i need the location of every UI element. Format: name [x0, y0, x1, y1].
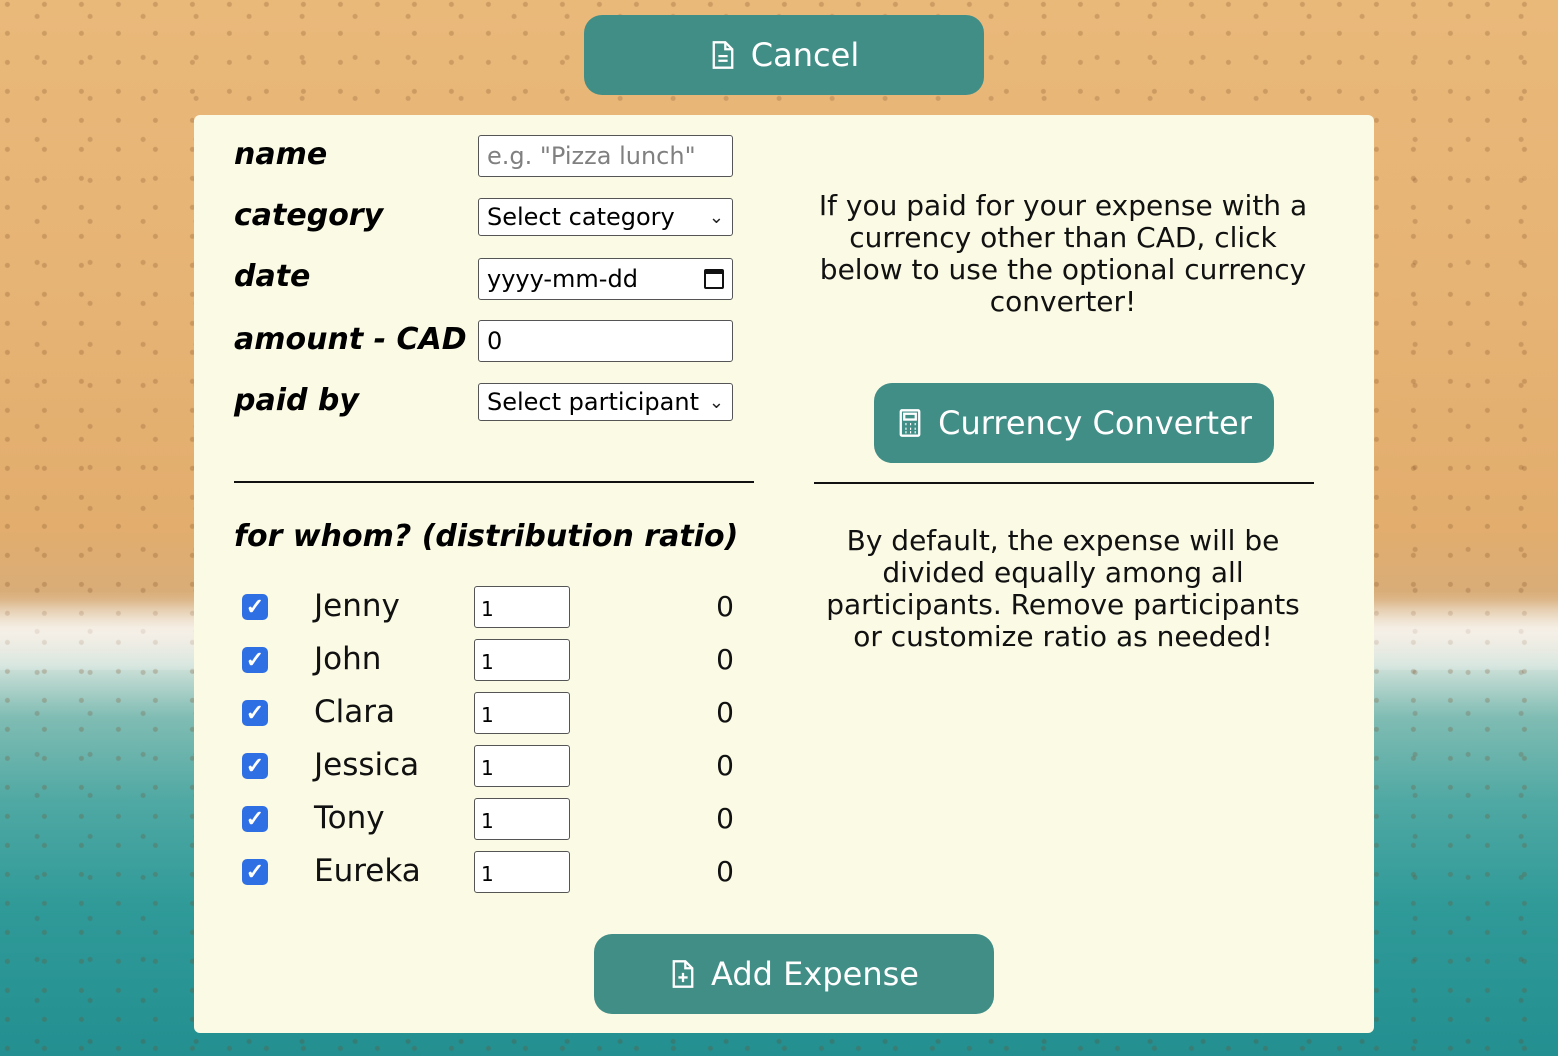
participant-name: Clara — [314, 694, 395, 730]
file-icon — [712, 41, 734, 69]
left-divider — [234, 481, 754, 483]
participant-name: Eureka — [314, 853, 421, 889]
ratio-input[interactable]: 1 — [474, 639, 570, 681]
currency-info-text: If you paid for your expense with a curr… — [818, 189, 1308, 318]
participant-row: ✓ John 1 0 — [234, 639, 744, 683]
add-expense-button[interactable]: Add Expense — [594, 934, 994, 1014]
participant-name: John — [314, 641, 382, 677]
ratio-input[interactable]: 1 — [474, 745, 570, 787]
amount-input-value: 0 — [487, 327, 503, 355]
date-input-placeholder: yyyy-mm-dd — [487, 265, 638, 293]
right-divider — [814, 482, 1314, 484]
amount-label: amount - CAD — [234, 322, 467, 357]
participant-share: 0 — [716, 802, 734, 835]
participant-row: ✓ Jenny 1 0 — [234, 586, 744, 630]
distribution-info-text: By default, the expense will be divided … — [826, 524, 1300, 653]
currency-converter-button[interactable]: Currency Converter — [874, 383, 1274, 463]
participant-share: 0 — [716, 590, 734, 623]
ratio-input[interactable]: 1 — [474, 851, 570, 893]
category-select[interactable]: Select category ⌄ — [478, 198, 733, 236]
ratio-input[interactable]: 1 — [474, 692, 570, 734]
file-plus-icon — [672, 960, 694, 988]
participant-row: ✓ Clara 1 0 — [234, 692, 744, 736]
distribution-heading: for whom? (distribution ratio) — [234, 519, 739, 554]
participant-row: ✓ Jessica 1 0 — [234, 745, 744, 789]
ratio-input[interactable]: 1 — [474, 586, 570, 628]
participant-checkbox[interactable]: ✓ — [242, 859, 268, 885]
name-input[interactable]: e.g. "Pizza lunch" — [478, 135, 733, 177]
participant-share: 0 — [716, 643, 734, 676]
category-label: category — [234, 198, 384, 233]
participant-checkbox[interactable]: ✓ — [242, 647, 268, 673]
paid-by-label: paid by — [234, 383, 359, 418]
participant-checkbox[interactable]: ✓ — [242, 700, 268, 726]
date-label: date — [234, 259, 311, 294]
chevron-down-icon: ⌄ — [708, 391, 724, 413]
amount-input[interactable]: 0 — [478, 320, 733, 362]
date-input[interactable]: yyyy-mm-dd — [478, 258, 733, 300]
participant-share: 0 — [716, 749, 734, 782]
participant-share: 0 — [716, 696, 734, 729]
name-label: name — [234, 137, 328, 172]
participant-name: Jenny — [314, 588, 400, 624]
ratio-input[interactable]: 1 — [474, 798, 570, 840]
cancel-button-label: Cancel — [750, 36, 860, 74]
calculator-icon — [899, 409, 921, 437]
participant-checkbox[interactable]: ✓ — [242, 753, 268, 779]
participant-name: Jessica — [314, 747, 420, 783]
participant-checkbox[interactable]: ✓ — [242, 594, 268, 620]
participant-share: 0 — [716, 855, 734, 888]
currency-converter-label: Currency Converter — [938, 404, 1252, 442]
expense-form-panel: name e.g. "Pizza lunch" category Select … — [194, 115, 1374, 1033]
paid-by-select[interactable]: Select participant ⌄ — [478, 383, 733, 421]
calendar-icon[interactable] — [704, 269, 724, 289]
participant-checkbox[interactable]: ✓ — [242, 806, 268, 832]
category-select-value: Select category — [487, 203, 675, 231]
cancel-button[interactable]: Cancel — [584, 15, 984, 95]
chevron-down-icon: ⌄ — [708, 206, 724, 228]
participant-row: ✓ Eureka 1 0 — [234, 851, 744, 895]
participant-name: Tony — [314, 800, 385, 836]
add-expense-label: Add Expense — [711, 955, 919, 993]
name-input-placeholder: e.g. "Pizza lunch" — [487, 142, 696, 170]
participant-row: ✓ Tony 1 0 — [234, 798, 744, 842]
paid-by-select-value: Select participant — [487, 388, 699, 416]
